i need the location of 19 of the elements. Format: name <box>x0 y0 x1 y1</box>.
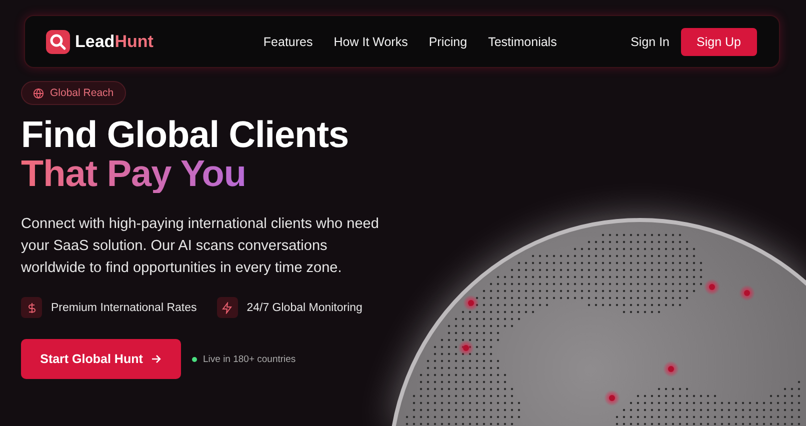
nav-link[interactable]: Features <box>263 34 313 48</box>
nav-link[interactable]: How It Works <box>334 34 408 48</box>
dollar-icon <box>21 297 42 318</box>
sign-up-button[interactable]: Sign Up <box>680 28 757 56</box>
arrow-icon <box>150 353 162 365</box>
lightning-icon <box>216 297 238 318</box>
globe-icon <box>33 88 44 98</box>
feature-label: Premium International Rates <box>51 302 197 314</box>
headline: Find Global Clients <box>21 115 350 154</box>
status-text: Live in 180+ countries <box>203 354 296 364</box>
brand-name[interactable]: LeadHunt <box>75 32 154 52</box>
feature-label: 24/7 Global Monitoring <box>246 302 362 314</box>
start-hunt-button[interactable]: Start Global Hunt <box>21 339 181 379</box>
sign-in-link[interactable]: Sign In <box>630 34 670 48</box>
hero-description: Connect with high-paying international clients who need your SaaS solution. Our AI scans conversations worldwide to find opportunities in every time zone. <box>21 215 380 278</box>
search-icon <box>46 30 70 54</box>
nav-link[interactable]: Testimonials <box>488 34 557 48</box>
nav-link[interactable]: Pricing <box>428 34 468 48</box>
badge-label: Global Reach <box>50 87 114 99</box>
